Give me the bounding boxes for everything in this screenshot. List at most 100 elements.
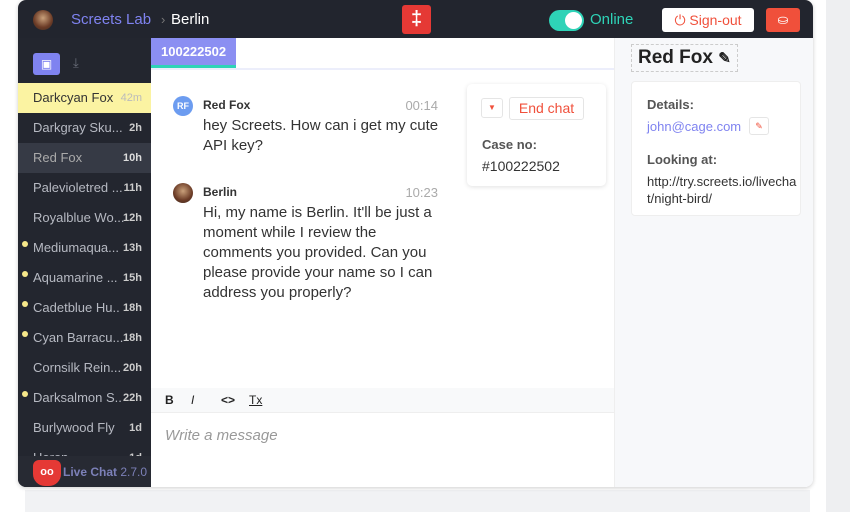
chat-time: 13h: [123, 242, 142, 254]
message-time: 10:23: [405, 185, 438, 200]
message-author: Red Fox: [203, 98, 251, 112]
chat-name: Cadetblue Hu..: [33, 300, 120, 315]
chat-list-item[interactable]: Mediumaqua... 13h: [18, 233, 151, 263]
unread-dot-icon: [22, 331, 28, 337]
case-label: Case no:: [482, 137, 537, 152]
chat-list-item[interactable]: Cyan Barracu... 18h: [18, 323, 151, 353]
breadcrumb-current: Berlin: [171, 11, 210, 28]
chat-time: 11h: [123, 182, 142, 194]
message-time: 00:14: [405, 98, 438, 113]
chat-name: Cornsilk Rein...: [33, 360, 122, 375]
unread-dot-icon: [22, 271, 28, 277]
message-input[interactable]: Write a message: [165, 427, 278, 444]
end-chat-button[interactable]: End chat: [509, 97, 584, 120]
chat-list-item[interactable]: Darkgray Sku... 2h: [18, 113, 151, 143]
online-status: Online: [590, 11, 634, 28]
message: Berlin 10:23 Hi, my name is Berlin. It'l…: [173, 183, 438, 303]
chats-tab-icon[interactable]: ▣: [33, 53, 60, 75]
chat-name: Red Fox: [33, 150, 83, 165]
chat-name: Darkgray Sku...: [33, 120, 123, 135]
pencil-icon[interactable]: ✎: [718, 50, 731, 67]
sign-out-label: Sign-out: [689, 12, 742, 28]
chat-name: Aquamarine ...: [33, 270, 118, 285]
chat-list-item[interactable]: Cornsilk Rein... 20h: [18, 353, 151, 383]
visitor-name-text: Red Fox: [638, 47, 713, 68]
chat-name: Darkcyan Fox: [33, 90, 114, 105]
unread-dot-icon: [22, 241, 28, 247]
caret-down-icon[interactable]: ▼: [481, 98, 503, 118]
version-label: Live Chat 2.7.0: [63, 465, 147, 479]
chat-time: 12h: [123, 212, 142, 224]
sign-out-button[interactable]: ⏻ Sign-out: [662, 8, 754, 32]
online-toggle[interactable]: [549, 10, 584, 31]
case-card: ▼ End chat Case no: #100222502: [467, 84, 606, 186]
code-button[interactable]: <>: [221, 393, 235, 407]
visitor-avatar: RF: [173, 96, 193, 116]
power-icon: ⏻: [674, 12, 690, 28]
download-tab-icon[interactable]: ⤓: [73, 55, 79, 71]
chat-name: Palevioletred ...: [33, 180, 123, 195]
clear-format-button[interactable]: Tx: [249, 393, 262, 407]
bold-button[interactable]: B: [165, 393, 174, 407]
breadcrumb-separator-icon: ›: [161, 12, 166, 27]
chat-time: 20h: [123, 362, 142, 374]
operator-avatar[interactable]: [33, 10, 53, 30]
visitor-panel: Red Fox ✎ Details: john@cage.com ✎ Looki…: [614, 38, 813, 487]
screets-logo-icon: ‡: [402, 5, 431, 34]
unread-dot-icon: [22, 391, 28, 397]
user-profile-button[interactable]: ⛀: [766, 8, 800, 32]
app-window: Screets Lab › Berlin ‡ Online ⏻ Sign-out…: [18, 0, 813, 487]
message-text: hey Screets. How can i get my cute API k…: [203, 117, 439, 154]
user-icon: ⛀: [777, 12, 789, 27]
chat-list: Darkcyan Fox 42m Darkgray Sku... 2h Red Fox 1…: [18, 83, 151, 473]
edit-email-pencil-icon[interactable]: ✎: [749, 117, 769, 135]
chat-time: 2h: [129, 122, 142, 134]
background-side: [826, 0, 850, 512]
chat-time: 18h: [123, 302, 142, 314]
background-strip: [25, 490, 810, 512]
chat-list-item[interactable]: Aquamarine ... 15h: [18, 263, 151, 293]
visitor-url: http://try.screets.io/livechat/night-bir…: [647, 174, 797, 206]
chat-name: Darksalmon S..: [33, 390, 122, 405]
operator-avatar: [173, 183, 193, 203]
chat-list-item[interactable]: Darkcyan Fox 42m: [18, 83, 151, 113]
chat-name: Cyan Barracu...: [33, 330, 124, 345]
italic-button[interactable]: I: [191, 393, 194, 407]
chat-name: Burlywood Fly: [33, 420, 115, 435]
sidebar: ▣ ⤓ Darkcyan Fox 42m Darkgray Sku... 2h Red …: [18, 38, 151, 487]
sidebar-footer: oo Live Chat 2.7.0: [18, 456, 151, 487]
details-label: Details:: [647, 97, 694, 112]
owl-logo-icon: oo: [33, 460, 61, 486]
chat-list-item[interactable]: Royalblue Wo... 12h: [18, 203, 151, 233]
top-bar: Screets Lab › Berlin ‡ Online ⏻ Sign-out…: [18, 0, 813, 38]
chat-list-item[interactable]: Palevioletred ... 11h: [18, 173, 151, 203]
chat-time: 22h: [123, 392, 142, 404]
chat-time: 15h: [123, 272, 142, 284]
case-tab[interactable]: 100222502: [151, 38, 236, 68]
chat-time: 18h: [123, 332, 142, 344]
chat-panel: 100222502 RF Red Fox 00:14 hey Screets. …: [151, 38, 614, 487]
version-number: 2.7.0: [120, 465, 148, 479]
message: RF Red Fox 00:14 hey Screets. How can i …: [173, 96, 438, 156]
unread-dot-icon: [22, 301, 28, 307]
chat-list-item[interactable]: Red Fox 10h: [18, 143, 151, 173]
chat-time: 10h: [123, 152, 142, 164]
message-text: Hi, my name is Berlin. It'll be just a m…: [203, 204, 433, 301]
visitor-info-card: Details: john@cage.com ✎ Looking at: htt…: [631, 81, 801, 216]
chat-time: 1d: [129, 422, 142, 434]
editor-toolbar: B I <> Tx: [151, 388, 614, 413]
breadcrumb-workspace[interactable]: Screets Lab: [71, 11, 151, 28]
message-author: Berlin: [203, 185, 238, 199]
looking-at-label: Looking at:: [647, 152, 718, 167]
visitor-email[interactable]: john@cage.com: [647, 119, 741, 134]
chat-list-item[interactable]: Cadetblue Hu.. 18h: [18, 293, 151, 323]
chat-list-item[interactable]: Burlywood Fly 1d: [18, 413, 151, 443]
case-number: #100222502: [482, 158, 560, 174]
chat-time: 42m: [120, 92, 142, 104]
brand-name: Live Chat: [63, 465, 118, 479]
tab-divider: [151, 68, 614, 70]
visitor-name[interactable]: Red Fox ✎: [631, 44, 738, 72]
chat-name: Royalblue Wo...: [33, 210, 125, 225]
chat-name: Mediumaqua...: [33, 240, 119, 255]
chat-list-item[interactable]: Darksalmon S.. 22h: [18, 383, 151, 413]
